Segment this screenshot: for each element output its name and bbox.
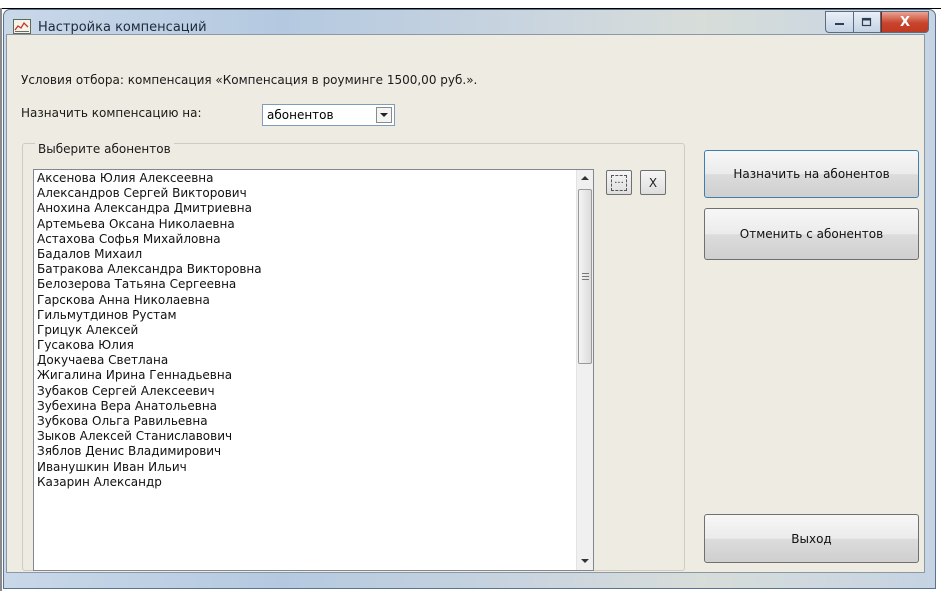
scroll-down-icon xyxy=(581,559,589,563)
list-item[interactable]: Гарскова Анна Николаевна xyxy=(36,293,262,308)
scroll-down-button[interactable] xyxy=(577,553,593,570)
list-item[interactable]: Докучаева Светлана xyxy=(36,353,262,368)
list-item[interactable]: Бадалов Михаил xyxy=(36,247,262,262)
scroll-thumb[interactable] xyxy=(578,189,592,364)
list-item[interactable]: Зубехина Вера Анатольевна xyxy=(36,399,262,414)
document-margin xyxy=(0,8,2,591)
chevron-down-icon xyxy=(380,112,388,117)
caption-buttons: X xyxy=(825,11,929,33)
subscribers-listbox[interactable]: Аксенова Юлия Алексеевна Александров Серг… xyxy=(33,169,594,571)
filter-condition-text: Условия отбора: компенсация «Компенсация… xyxy=(21,73,478,87)
subscribers-list: Аксенова Юлия Алексеевна Александров Серг… xyxy=(36,171,262,490)
list-item[interactable]: Иванушкин Иван Ильич xyxy=(36,460,262,475)
list-item[interactable]: Анохина Александра Дмитриевна xyxy=(36,201,262,216)
window-title: Настройка компенсаций xyxy=(38,20,207,35)
subscribers-group-title: Выберите абонентов xyxy=(35,142,174,156)
list-item[interactable]: Астахова Софья Михайловна xyxy=(36,232,262,247)
list-item[interactable]: Гусакова Юлия xyxy=(36,338,262,353)
scroll-up-icon xyxy=(581,176,589,180)
minimize-button[interactable] xyxy=(825,11,853,33)
list-item[interactable]: Аксенова Юлия Алексеевна xyxy=(36,171,262,186)
list-item[interactable]: Зубкова Ольга Равильевна xyxy=(36,414,262,429)
grip-icon xyxy=(582,273,589,280)
dropdown-button[interactable] xyxy=(376,107,392,123)
exit-button[interactable]: Выход xyxy=(704,514,919,563)
list-item[interactable]: Казарин Александр xyxy=(36,475,262,490)
list-item[interactable]: Зубаков Сергей Алексеевич xyxy=(36,384,262,399)
assign-to-label: Назначить компенсацию на: xyxy=(21,106,202,120)
assign-to-selected-value: абонентов xyxy=(267,108,334,122)
select-all-button[interactable]: ... xyxy=(606,170,632,195)
list-item[interactable]: Зыков Алексей Станиславович xyxy=(36,429,262,444)
assign-to-combobox[interactable]: абонентов xyxy=(262,104,395,126)
list-item[interactable]: Грицук Алексей xyxy=(36,323,262,338)
unassign-from-subscribers-button[interactable]: Отменить с абонентов xyxy=(704,208,919,260)
maximize-button[interactable] xyxy=(853,11,881,33)
close-button[interactable]: X xyxy=(881,11,929,33)
list-item[interactable]: Зяблов Денис Владимирович xyxy=(36,444,262,459)
list-item[interactable]: Гильмутдинов Рустам xyxy=(36,308,262,323)
list-item[interactable]: Батракова Александра Викторовна xyxy=(36,262,262,277)
minimize-icon xyxy=(834,23,844,25)
scroll-up-button[interactable] xyxy=(577,170,593,187)
list-item[interactable]: Александров Сергей Викторович xyxy=(36,186,262,201)
list-item[interactable]: Белозерова Татьяна Сергеевна xyxy=(36,277,262,292)
list-vertical-scrollbar[interactable] xyxy=(576,170,593,570)
assign-to-subscribers-button[interactable]: Назначить на абонентов xyxy=(704,150,919,198)
list-item[interactable]: Артемьева Оксана Николаевна xyxy=(36,217,262,232)
clear-selection-button[interactable]: X xyxy=(640,170,666,195)
list-item[interactable]: Жигалина Ирина Геннадьевна xyxy=(36,368,262,383)
chart-app-icon xyxy=(13,19,31,34)
select-all-icon: ... xyxy=(611,174,627,191)
close-icon: X xyxy=(899,14,911,30)
maximize-icon xyxy=(861,17,872,27)
